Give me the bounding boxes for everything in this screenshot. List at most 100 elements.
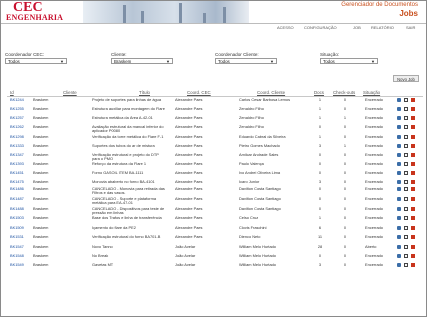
view-icon[interactable] bbox=[397, 107, 401, 111]
edit-icon[interactable] bbox=[404, 263, 408, 267]
new-job-button[interactable]: Novo Job bbox=[393, 75, 419, 82]
edit-icon[interactable] bbox=[404, 144, 408, 148]
job-id-link[interactable]: BK1548 bbox=[10, 254, 30, 258]
job-id-link[interactable]: BK1298 bbox=[10, 135, 30, 139]
view-icon[interactable] bbox=[397, 125, 401, 129]
coord-cec-cell: João Avelar bbox=[175, 245, 196, 249]
edit-icon[interactable] bbox=[404, 245, 408, 249]
edit-icon[interactable] bbox=[404, 216, 408, 220]
edit-icon[interactable] bbox=[404, 116, 408, 120]
view-icon[interactable] bbox=[397, 171, 401, 175]
delete-icon[interactable] bbox=[411, 107, 415, 111]
job-id-link[interactable]: BK1451 bbox=[10, 171, 30, 175]
job-id-link[interactable]: BK1486 bbox=[10, 187, 30, 191]
edit-icon[interactable] bbox=[404, 107, 408, 111]
delete-icon[interactable] bbox=[411, 171, 415, 175]
column-titulo[interactable]: Título bbox=[139, 90, 150, 95]
view-icon[interactable] bbox=[397, 263, 401, 267]
coord-cec-cell: Alexandre Paes bbox=[175, 135, 203, 139]
cliente-cell: Braskem bbox=[33, 254, 49, 258]
situacao-cell: Encerrado bbox=[365, 98, 383, 102]
nav-sair[interactable]: SAIR bbox=[406, 25, 415, 30]
edit-icon[interactable] bbox=[404, 187, 408, 191]
filter-situacao-select[interactable]: Todos ▼ bbox=[320, 58, 378, 64]
job-id-link[interactable]: BK1509 bbox=[10, 226, 30, 230]
delete-icon[interactable] bbox=[411, 180, 415, 184]
job-id-link[interactable]: BK1549 bbox=[10, 263, 30, 267]
view-icon[interactable] bbox=[397, 207, 401, 211]
nav-job[interactable]: JOB bbox=[353, 25, 361, 30]
column-situacao[interactable]: Situação bbox=[363, 90, 380, 95]
job-id-link[interactable]: BK1244 bbox=[10, 98, 30, 102]
edit-icon[interactable] bbox=[404, 135, 408, 139]
view-icon[interactable] bbox=[397, 135, 401, 139]
edit-icon[interactable] bbox=[404, 162, 408, 166]
delete-icon[interactable] bbox=[411, 254, 415, 258]
nav-relatorio[interactable]: RELATÓRIO bbox=[371, 25, 394, 30]
view-icon[interactable] bbox=[397, 216, 401, 220]
column-checkouts[interactable]: Check-outs bbox=[333, 90, 355, 95]
job-id-link[interactable]: BK1333 bbox=[10, 144, 30, 148]
column-id[interactable]: Id bbox=[10, 90, 14, 95]
job-id-link[interactable]: BK1488 bbox=[10, 207, 30, 211]
edit-icon[interactable] bbox=[404, 98, 408, 102]
delete-icon[interactable] bbox=[411, 116, 415, 120]
column-cliente[interactable]: Cliente bbox=[63, 90, 77, 95]
view-icon[interactable] bbox=[397, 235, 401, 239]
delete-icon[interactable] bbox=[411, 197, 415, 201]
view-icon[interactable] bbox=[397, 197, 401, 201]
edit-icon[interactable] bbox=[404, 207, 408, 211]
job-id-link[interactable]: BK1547 bbox=[10, 245, 30, 249]
column-coord-cec[interactable]: Coord. CEC bbox=[187, 90, 211, 95]
job-id-link[interactable]: BK1257 bbox=[10, 116, 30, 120]
view-icon[interactable] bbox=[397, 98, 401, 102]
view-icon[interactable] bbox=[397, 144, 401, 148]
job-id-link[interactable]: BK1503 bbox=[10, 216, 30, 220]
delete-icon[interactable] bbox=[411, 235, 415, 239]
delete-icon[interactable] bbox=[411, 153, 415, 157]
delete-icon[interactable] bbox=[411, 245, 415, 249]
view-icon[interactable] bbox=[397, 226, 401, 230]
view-icon[interactable] bbox=[397, 245, 401, 249]
column-coord-cliente[interactable]: Coord. Cliente bbox=[257, 90, 285, 95]
delete-icon[interactable] bbox=[411, 135, 415, 139]
filter-coordenador-cec-select[interactable]: Todos ▼ bbox=[5, 58, 67, 64]
checkouts-cell: 0 bbox=[343, 135, 347, 139]
job-id-link[interactable]: BK1393 bbox=[10, 162, 30, 166]
job-id-link[interactable]: BK1487 bbox=[10, 197, 30, 201]
delete-icon[interactable] bbox=[411, 263, 415, 267]
edit-icon[interactable] bbox=[404, 125, 408, 129]
nav-configuracao[interactable]: CONFIGURAÇÃO bbox=[304, 25, 337, 30]
column-docs[interactable]: Docs bbox=[314, 90, 324, 95]
view-icon[interactable] bbox=[397, 180, 401, 184]
edit-icon[interactable] bbox=[404, 197, 408, 201]
delete-icon[interactable] bbox=[411, 216, 415, 220]
edit-icon[interactable] bbox=[404, 153, 408, 157]
view-icon[interactable] bbox=[397, 116, 401, 120]
view-icon[interactable] bbox=[397, 254, 401, 258]
view-icon[interactable] bbox=[397, 153, 401, 157]
job-id-link[interactable]: BK1531 bbox=[10, 235, 30, 239]
edit-icon[interactable] bbox=[404, 171, 408, 175]
delete-icon[interactable] bbox=[411, 162, 415, 166]
job-id-link[interactable]: BK1262 bbox=[10, 125, 30, 129]
edit-icon[interactable] bbox=[404, 235, 408, 239]
nav-acesso[interactable]: ACESSO bbox=[277, 25, 294, 30]
job-id-link[interactable]: BK1475 bbox=[10, 180, 30, 184]
edit-icon[interactable] bbox=[404, 254, 408, 258]
delete-icon[interactable] bbox=[411, 125, 415, 129]
job-id-link[interactable]: BK1255 bbox=[10, 107, 30, 111]
filter-cliente-select[interactable]: Braskem ▼ bbox=[111, 58, 173, 64]
view-icon[interactable] bbox=[397, 162, 401, 166]
delete-icon[interactable] bbox=[411, 187, 415, 191]
delete-icon[interactable] bbox=[411, 226, 415, 230]
edit-icon[interactable] bbox=[404, 226, 408, 230]
job-id-link[interactable]: BK1347 bbox=[10, 153, 30, 157]
edit-icon[interactable] bbox=[404, 180, 408, 184]
delete-icon[interactable] bbox=[411, 98, 415, 102]
delete-icon[interactable] bbox=[411, 207, 415, 211]
table-row: BK1347 Braskem Verificação estrutural e pr… bbox=[7, 153, 423, 161]
delete-icon[interactable] bbox=[411, 144, 415, 148]
view-icon[interactable] bbox=[397, 187, 401, 191]
filter-coordenador-cliente-select[interactable]: Todos ▼ bbox=[215, 58, 277, 64]
